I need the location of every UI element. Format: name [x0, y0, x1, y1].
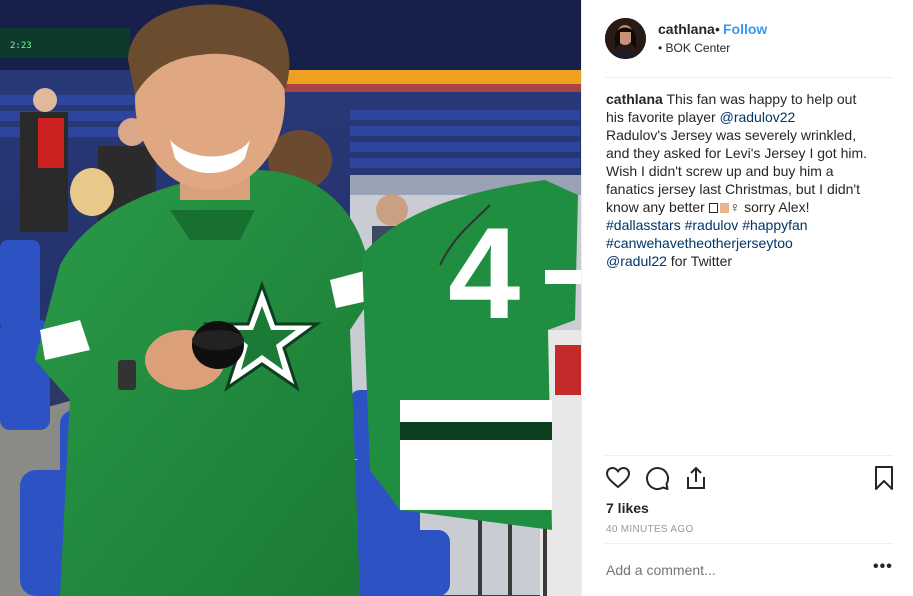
- caption-text: for Twitter: [666, 253, 733, 269]
- header-separator: •: [715, 21, 720, 37]
- skin-tone-icon: [719, 203, 729, 213]
- post-side-panel: cathlana • Follow • BOK Center cathlana …: [581, 0, 913, 596]
- post-caption: cathlana This fan was happy to help out …: [606, 90, 896, 270]
- caption-text: sorry Alex!: [740, 199, 810, 215]
- post-header: cathlana • Follow • BOK Center: [582, 0, 913, 78]
- caption-line: Radulov's Jersey was severely wrinkled,: [606, 127, 857, 143]
- post-actions: [605, 465, 895, 493]
- caption-text: know any better: [606, 199, 709, 215]
- caption-username[interactable]: cathlana: [606, 91, 663, 107]
- caption-line: cathlana This fan was happy to help out: [606, 90, 896, 108]
- share-icon: [687, 466, 705, 489]
- post-image: 2:23 4: [0, 0, 581, 596]
- mention-link[interactable]: @radulov22: [720, 109, 796, 125]
- location-dot: •: [658, 41, 663, 55]
- hashtag-link[interactable]: #canwehavetheotherjerseytoo: [606, 235, 793, 251]
- avatar[interactable]: [605, 18, 646, 59]
- post-timestamp[interactable]: 40 MINUTES AGO: [606, 524, 694, 535]
- post-photo[interactable]: 2:23 4: [0, 0, 581, 596]
- bookmark-icon: [875, 466, 893, 490]
- header-divider: [605, 77, 893, 78]
- like-button[interactable]: [605, 465, 631, 491]
- share-button[interactable]: [683, 465, 709, 491]
- comment-divider: [605, 543, 893, 544]
- caption-line: know any better ♀ sorry Alex!: [606, 198, 896, 216]
- caption-line: Wish I didn't screw up and buy him a: [606, 163, 834, 179]
- like-count[interactable]: 7 likes: [606, 500, 649, 516]
- follow-button[interactable]: Follow: [723, 21, 767, 37]
- mention-link[interactable]: @radul22: [606, 253, 667, 269]
- caption-line: #dallasstars #radulov #happyfan: [606, 216, 896, 234]
- hashtag-link[interactable]: #dallasstars: [606, 217, 681, 233]
- avatar-image: [605, 18, 646, 59]
- hashtag-link[interactable]: #radulov: [685, 217, 739, 233]
- comment-input[interactable]: [606, 562, 846, 578]
- female-sign-emoji: ♀: [729, 199, 741, 215]
- hashtag-link[interactable]: #happyfan: [742, 217, 807, 233]
- actions-divider: [605, 455, 893, 456]
- caption-line: fanatics jersey last Christmas, but I di…: [606, 181, 860, 197]
- location-link[interactable]: • BOK Center: [658, 41, 730, 55]
- comment-icon: [646, 467, 670, 491]
- post-author-username[interactable]: cathlana: [658, 21, 715, 37]
- location-name: BOK Center: [665, 41, 731, 55]
- caption-line: and they asked for Levi's Jersey I got h…: [606, 145, 868, 161]
- caption-text: This fan was happy to help out: [666, 91, 857, 107]
- caption-line: #canwehavetheotherjerseytoo: [606, 234, 896, 252]
- comment-button[interactable]: [644, 465, 670, 491]
- more-options-button[interactable]: •••: [873, 558, 893, 576]
- caption-text: his favorite player: [606, 109, 720, 125]
- jersey-number: 4: [448, 200, 520, 346]
- missing-glyph-icon: [708, 203, 718, 213]
- heart-icon: [605, 466, 631, 489]
- caption-line: his favorite player @radulov22: [606, 108, 896, 126]
- save-button[interactable]: [871, 465, 897, 491]
- caption-line: @radul22 for Twitter: [606, 252, 896, 270]
- scoreboard: 2:23: [10, 41, 32, 51]
